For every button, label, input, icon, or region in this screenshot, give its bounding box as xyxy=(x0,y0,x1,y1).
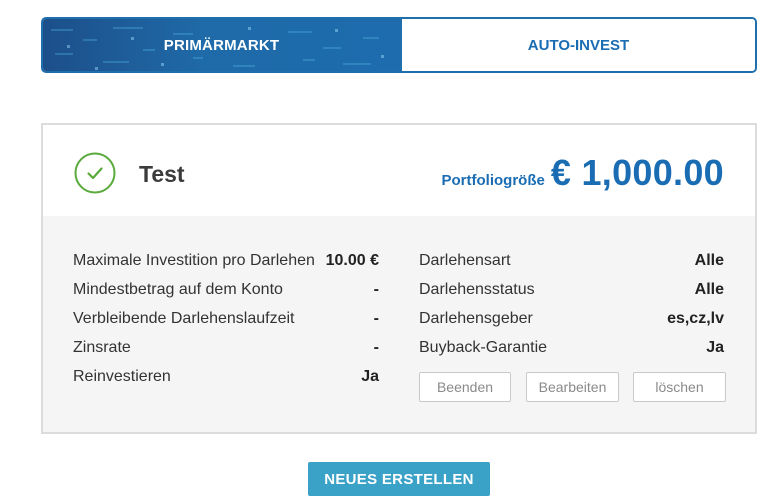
detail-label: Darlehensart xyxy=(419,252,511,269)
auto-invest-card: Test Portfoliogröße € 1,000.00 Maximale … xyxy=(41,123,757,434)
detail-value: Alle xyxy=(694,281,724,298)
detail-value: - xyxy=(373,339,379,356)
detail-label: Darlehensstatus xyxy=(419,281,535,298)
detail-value: - xyxy=(373,281,379,298)
market-tabs: PRIMÄRMARKT AUTO-INVEST xyxy=(41,17,757,73)
tab-primaermarkt-label: PRIMÄRMARKT xyxy=(163,36,280,54)
detail-value: Alle xyxy=(694,252,724,269)
detail-value: Ja xyxy=(706,339,724,356)
delete-button[interactable]: löschen xyxy=(633,372,726,402)
detail-value: es,cz,lv xyxy=(667,310,724,327)
detail-label: Zinsrate xyxy=(73,339,131,356)
check-circle-icon xyxy=(74,152,116,194)
tab-primaermarkt[interactable]: PRIMÄRMARKT xyxy=(43,19,400,71)
detail-label: Reinvestieren xyxy=(73,368,171,385)
edit-button[interactable]: Bearbeiten xyxy=(526,372,619,402)
card-title: Test xyxy=(139,161,185,187)
create-new-button[interactable]: NEUES ERSTELLEN xyxy=(308,462,490,496)
end-button[interactable]: Beenden xyxy=(419,372,511,402)
detail-value: Ja xyxy=(361,368,379,385)
tab-auto-invest-label: AUTO-INVEST xyxy=(527,36,630,54)
detail-label: Buyback-Garantie xyxy=(419,339,548,356)
detail-label: Mindestbetrag auf dem Konto xyxy=(73,281,283,298)
detail-label: Darlehensgeber xyxy=(419,310,533,327)
card-header: Test Portfoliogröße € 1,000.00 xyxy=(43,125,755,216)
detail-label: Maximale Investition pro Darlehen xyxy=(73,252,315,269)
detail-value: 10.00 € xyxy=(325,252,379,269)
detail-value: - xyxy=(373,310,379,327)
tab-auto-invest[interactable]: AUTO-INVEST xyxy=(400,19,755,71)
portfolio-size-label: Portfoliogröße xyxy=(441,172,545,189)
portfolio-size: Portfoliogröße € 1,000.00 xyxy=(442,152,724,194)
portfolio-size-value: € 1,000.00 xyxy=(550,152,724,193)
detail-label: Verbleibende Darlehenslaufzeit xyxy=(73,310,295,327)
